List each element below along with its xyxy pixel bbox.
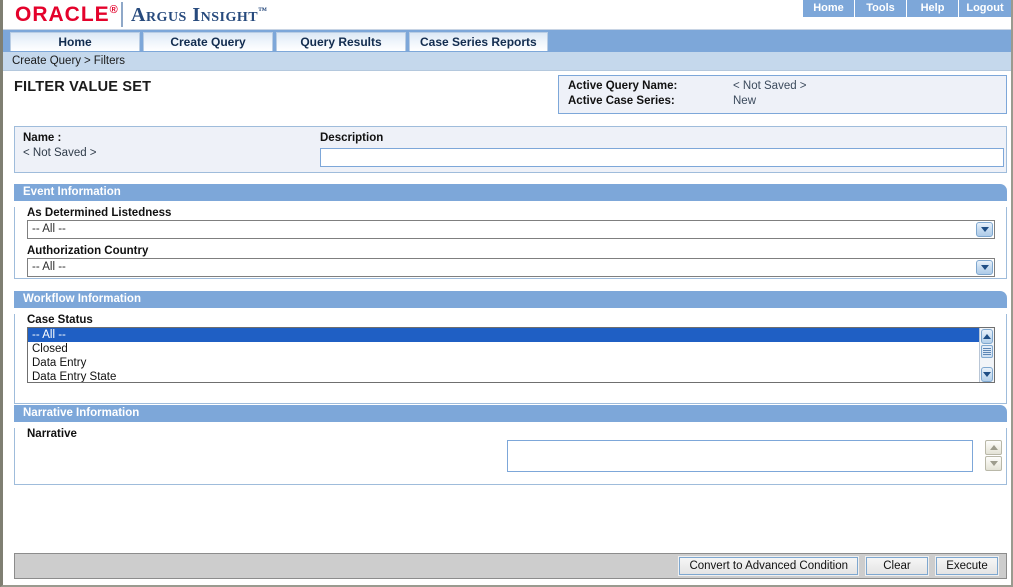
tab-case-series-reports[interactable]: Case Series Reports (409, 32, 548, 51)
list-item[interactable]: Data Entry State (28, 370, 994, 382)
name-label: Name : (23, 132, 62, 144)
footer-action-bar: Convert to Advanced Condition Clear Exec… (14, 553, 1007, 579)
page-title-row: FILTER VALUE SET Active Query Name: < No… (3, 71, 1011, 118)
as-determined-listedness-select[interactable]: -- All -- (27, 220, 995, 239)
active-query-name-row: Active Query Name: < Not Saved > (568, 79, 1006, 94)
active-case-series-value: New (733, 95, 757, 107)
list-item[interactable]: -- All -- (28, 328, 994, 342)
oracle-logo: ORACLE® (15, 3, 119, 27)
topnav-home[interactable]: Home (803, 0, 855, 17)
section-body-workflow-information: Case Status -- All -- Closed Data Entry … (14, 314, 1007, 404)
topnav-logout[interactable]: Logout (959, 0, 1011, 17)
main-tab-bar: Home Create Query Query Results Case Ser… (3, 30, 1011, 52)
registered-mark: ® (109, 4, 119, 16)
list-item[interactable]: Data Entry (28, 356, 994, 370)
narrative-textarea[interactable] (507, 440, 973, 472)
authorization-country-label: Authorization Country (27, 245, 149, 257)
topnav-tools[interactable]: Tools (855, 0, 907, 17)
scrollbar-thumb[interactable] (981, 345, 993, 358)
description-label: Description (320, 132, 384, 144)
section-header-narrative-information: Narrative Information (14, 405, 1007, 422)
scroll-down-arrow-icon[interactable] (981, 367, 993, 382)
active-case-series-label: Active Case Series: (568, 95, 675, 107)
breadcrumb-link-create-query[interactable]: Create Query (12, 55, 81, 67)
oracle-wordmark: ORACLE (15, 3, 110, 26)
tab-query-results[interactable]: Query Results (276, 32, 406, 51)
name-value: < Not Saved > (23, 147, 97, 159)
chevron-down-icon[interactable] (976, 260, 993, 275)
section-event-information: Event Information As Determined Listedne… (14, 184, 1007, 279)
case-status-label: Case Status (27, 314, 93, 326)
section-body-event-information: As Determined Listedness -- All -- Autho… (14, 207, 1007, 279)
breadcrumb-current: Filters (93, 55, 126, 67)
name-description-panel: Name : < Not Saved > Description (14, 126, 1007, 173)
brand-bar: ORACLE® Argus Insight™ Home Tools Help L… (3, 0, 1011, 30)
authorization-country-select[interactable]: -- All -- (27, 258, 995, 277)
product-title-text: Argus Insight (131, 4, 259, 26)
authorization-country-value: -- All -- (32, 261, 66, 273)
active-query-name-label: Active Query Name: (568, 80, 678, 92)
page-title: FILTER VALUE SET (14, 79, 152, 95)
description-input[interactable] (320, 148, 1004, 167)
spinner-up-arrow-icon[interactable] (985, 440, 1002, 455)
section-body-narrative-information: Narrative (14, 428, 1007, 485)
chevron-down-icon[interactable] (976, 222, 993, 237)
as-determined-listedness-value: -- All -- (32, 223, 66, 235)
active-query-name-value: < Not Saved > (733, 80, 807, 92)
topnav-help[interactable]: Help (907, 0, 959, 17)
narrative-label: Narrative (27, 428, 77, 440)
active-query-info-panel: Active Query Name: < Not Saved > Active … (558, 75, 1007, 114)
convert-to-advanced-condition-button[interactable]: Convert to Advanced Condition (678, 556, 859, 576)
section-workflow-information: Workflow Information Case Status -- All … (14, 291, 1007, 404)
execute-button[interactable]: Execute (935, 556, 999, 576)
scroll-up-arrow-icon[interactable] (981, 329, 993, 344)
section-header-event-information: Event Information (14, 184, 1007, 201)
trademark-mark: ™ (258, 5, 268, 16)
section-header-workflow-information: Workflow Information (14, 291, 1007, 308)
spinner-down-arrow-icon[interactable] (985, 456, 1002, 471)
brand-divider (121, 2, 123, 27)
case-status-listbox[interactable]: -- All -- Closed Data Entry Data Entry S… (27, 327, 995, 383)
case-status-scrollbar[interactable] (979, 328, 994, 382)
narrative-spinner[interactable] (985, 440, 1002, 472)
clear-button[interactable]: Clear (865, 556, 929, 576)
application-window: ORACLE® Argus Insight™ Home Tools Help L… (0, 0, 1013, 587)
product-title: Argus Insight™ (131, 4, 268, 27)
top-navigation: Home Tools Help Logout (803, 0, 1011, 17)
breadcrumb: Create Query > Filters (3, 52, 1011, 71)
breadcrumb-separator: > (84, 55, 91, 67)
section-narrative-information: Narrative Information Narrative (14, 405, 1007, 485)
tab-home[interactable]: Home (10, 32, 140, 51)
active-case-series-row: Active Case Series: New (568, 94, 1006, 109)
as-determined-listedness-label: As Determined Listedness (27, 207, 172, 219)
tab-create-query[interactable]: Create Query (143, 32, 273, 51)
list-item[interactable]: Closed (28, 342, 994, 356)
